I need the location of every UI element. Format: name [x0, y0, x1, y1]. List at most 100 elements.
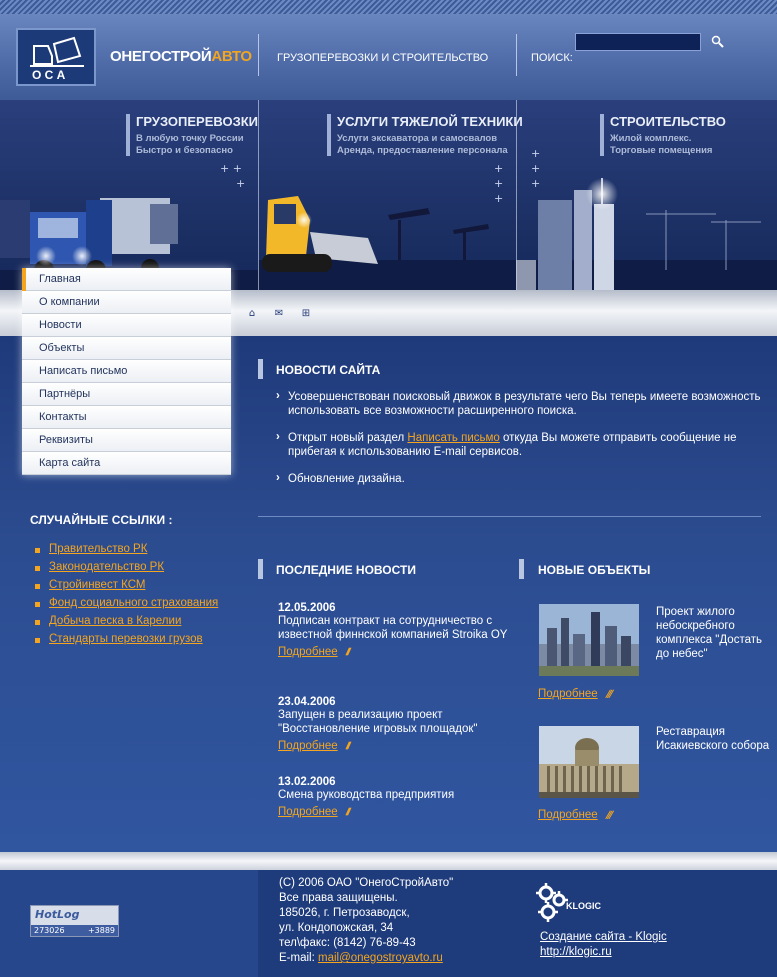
news-text: Открыт новый раздел	[288, 432, 408, 444]
random-link[interactable]: Правительство РК	[49, 543, 147, 555]
menu-item-partners[interactable]: Партнёры	[22, 383, 231, 406]
news-date: 13.02.2006	[278, 776, 336, 788]
list-item: Открыт новый раздел Написать письмо отку…	[276, 430, 761, 459]
latest-news-title: ПОСЛЕДНИЕ НОВОСТИ	[276, 563, 416, 577]
list-item: Стройинвест КСМ	[35, 579, 218, 597]
news-text: Подписан контракт на сотрудничество с из…	[278, 615, 508, 641]
news-text: Запущен в реализацию проект "Восстановле…	[278, 709, 478, 735]
random-link[interactable]: Законодательство РК	[49, 561, 164, 573]
new-objects-title: НОВЫЕ ОБЪЕКТЫ	[538, 563, 651, 577]
banner-bar	[600, 114, 604, 156]
write-letter-link[interactable]: Написать письмо	[407, 432, 499, 444]
developer-url[interactable]: http://klogic.ru	[540, 945, 667, 960]
banner-bar	[327, 114, 331, 156]
menu-item-objects[interactable]: Объекты	[22, 337, 231, 360]
developer-name: KLOGIC	[566, 901, 601, 911]
menu-item-contacts[interactable]: Контакты	[22, 406, 231, 429]
search-input[interactable]	[575, 33, 701, 51]
company-logo[interactable]: О С А	[16, 28, 96, 86]
section-bar	[258, 559, 263, 579]
menu-item-home[interactable]: Главная	[22, 268, 231, 291]
menu-item-news[interactable]: Новости	[22, 314, 231, 337]
banner-divider	[258, 100, 259, 290]
quick-icons: ⌂ ✉ ⊞	[246, 308, 312, 320]
more-link[interactable]: Подробнее	[278, 646, 338, 658]
banner-subtitle-line: В любую точку России	[136, 133, 244, 144]
list-item: Фонд социального страхования	[35, 597, 218, 615]
brand-name: ОНЕГОСТРОЙАВТО	[110, 48, 252, 65]
list-item: Законодательство РК	[35, 561, 218, 579]
more-link[interactable]: Подробнее	[538, 688, 598, 700]
section-bar	[258, 359, 263, 379]
news-item: 12.05.2006 Подписан контракт на сотрудни…	[278, 602, 508, 660]
bulldozer-illustration	[258, 196, 516, 290]
random-link[interactable]: Стандарты перевозки грузов	[49, 633, 203, 645]
cathedral-photo[interactable]	[539, 726, 639, 798]
section-bar	[519, 559, 524, 579]
more-link[interactable]: Подробнее	[538, 809, 598, 821]
top-stripe	[0, 0, 777, 14]
hero-banner: ГРУЗОПЕРЕВОЗКИ В любую точку России Быстр…	[0, 100, 777, 290]
skyscraper-photo[interactable]	[539, 604, 639, 676]
home-icon[interactable]: ⌂	[246, 308, 258, 320]
more-link[interactable]: Подробнее	[278, 806, 338, 818]
truck-logo-icon: О С А	[26, 36, 88, 82]
divider	[258, 516, 761, 517]
counter-value: +3889	[87, 926, 115, 935]
main-menu: Главная О компании Новости Объекты Напис…	[22, 268, 231, 475]
tagline: ГРУЗОПЕРЕВОЗКИ И СТРОИТЕЛЬСТВО	[277, 52, 489, 64]
random-links-title: СЛУЧАЙНЫЕ ССЫЛКИ :	[30, 513, 173, 527]
address-city: 185026, г. Петрозаводск,	[279, 907, 410, 919]
news-text: Смена руководства предприятия	[278, 789, 455, 801]
banner-title: УСЛУГИ ТЯЖЕЛОЙ ТЕХНИКИ	[337, 114, 523, 129]
brand-accent: АВТО	[211, 48, 252, 65]
hotlog-logo: HotLog	[35, 908, 80, 921]
counter-value: 273026	[34, 926, 65, 935]
random-link[interactable]: Фонд социального страхования	[49, 597, 218, 609]
phone-line: тел\факс: (8142) 76-89-43	[279, 937, 416, 949]
email-label: E-mail:	[279, 952, 318, 964]
news-date: 12.05.2006	[278, 602, 336, 614]
skyscrapers-illustration	[516, 178, 777, 290]
header-divider	[516, 34, 517, 76]
developer-link[interactable]: Создание сайта - Klogic	[540, 930, 667, 945]
banner-subtitle-line: Услуги экскаватора и самосвалов	[337, 133, 498, 144]
plus-icon: +	[531, 147, 541, 160]
news-item: 13.02.2006 Смена руководства предприятия…	[278, 776, 508, 820]
banner-subtitle: Услуги экскаватора и самосвалов Аренда, п…	[337, 133, 508, 157]
menu-item-requisites[interactable]: Реквизиты	[22, 429, 231, 452]
object-description: Проект жилого небоскребного комплекса "Д…	[656, 606, 762, 660]
search-icon[interactable]	[711, 35, 725, 49]
more-link[interactable]: Подробнее	[278, 740, 338, 752]
email-line: E-mail: mail@onegostroyavto.ru	[279, 951, 453, 966]
object-more: Подробнее///	[538, 803, 612, 822]
gears-icon	[536, 883, 568, 922]
plus-icon: +	[531, 177, 541, 190]
list-item: Обновление дизайна.	[276, 471, 761, 486]
menu-item-write-letter[interactable]: Написать письмо	[22, 360, 231, 383]
arrows-icon: ///	[344, 741, 350, 752]
footer-strip	[0, 852, 777, 870]
email-link[interactable]: mail@onegostroyavto.ru	[318, 952, 443, 964]
list-item: Усовершенствован поисковый движок в резу…	[276, 389, 761, 418]
banner-subtitle-line: Жилой комплекс.	[610, 133, 692, 144]
menu-item-about[interactable]: О компании	[22, 291, 231, 314]
random-links-list: Правительство РК Законодательство РК Стр…	[35, 543, 218, 651]
banner-subtitle: В любую точку России Быстро и безопасно	[136, 133, 244, 157]
sitemap-icon[interactable]: ⊞	[300, 308, 312, 320]
list-item: Добыча песка в Карелии	[35, 615, 218, 633]
banner-title: ГРУЗОПЕРЕВОЗКИ	[136, 114, 258, 129]
svg-text:О С А: О С А	[32, 68, 66, 82]
object-description: Реставрация Исакиевского собора	[656, 726, 770, 752]
random-link[interactable]: Стройинвест КСМ	[49, 579, 145, 591]
banner-title: СТРОИТЕЛЬСТВО	[610, 114, 726, 129]
mail-icon[interactable]: ✉	[273, 308, 285, 320]
random-link[interactable]: Добыча песка в Карелии	[49, 615, 181, 627]
footer-copyright: (С) 2006 ОАО "ОнегоСтройАвто" Все права …	[279, 876, 453, 966]
hotlog-counter[interactable]: HotLog 273026 +3889	[30, 905, 119, 937]
banner-divider	[516, 100, 517, 290]
brand-main: ОНЕГОСТРОЙ	[110, 48, 212, 65]
search-label: ПОИСК:	[531, 52, 573, 64]
menu-item-sitemap[interactable]: Карта сайта	[22, 452, 231, 475]
news-item: 23.04.2006 Запущен в реализацию проект "…	[278, 696, 508, 754]
